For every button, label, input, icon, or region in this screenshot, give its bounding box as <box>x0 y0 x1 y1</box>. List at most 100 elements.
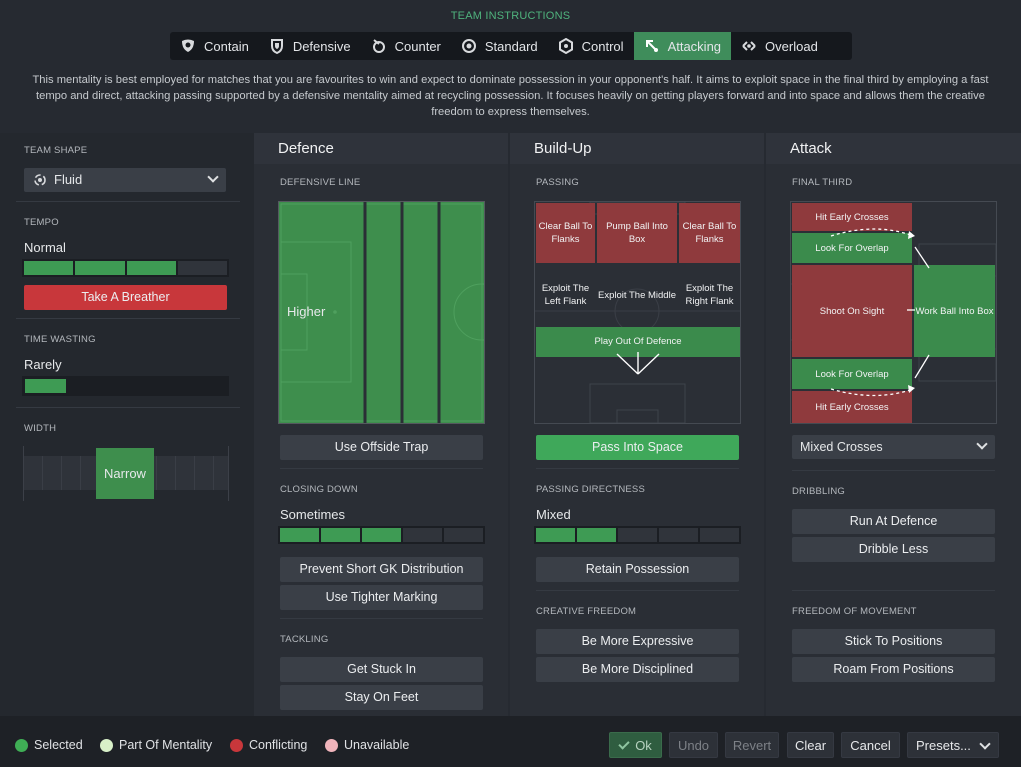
retain-possession-button[interactable]: Retain Possession <box>536 557 739 582</box>
tab-counter[interactable]: Counter <box>361 32 451 60</box>
standard-icon <box>461 39 476 53</box>
presets-dropdown[interactable]: Presets... <box>907 732 999 758</box>
buildup-column: Build-Up PASSING Clear Ball To Flanks Pu… <box>510 133 764 716</box>
defensive-line-value: Higher <box>287 304 326 319</box>
slider-segment <box>403 528 442 542</box>
fluid-icon <box>34 174 46 186</box>
tackling-label: TACKLING <box>280 634 329 645</box>
tab-label: Defensive <box>292 38 351 54</box>
roam-from-positions-button[interactable]: Roam From Positions <box>792 657 995 682</box>
slider-segment <box>577 528 616 542</box>
pass-into-space-button[interactable]: Pass Into Space <box>536 435 739 460</box>
slider-segment <box>126 261 176 275</box>
slider-segment <box>536 528 575 542</box>
tab-control[interactable]: Control <box>548 32 634 60</box>
chevron-down-icon <box>979 738 991 750</box>
closing-down-label: CLOSING DOWN <box>280 484 358 495</box>
tab-label: Overload <box>765 38 818 54</box>
slider-segment <box>321 528 360 542</box>
unavailable-dot-icon <box>325 738 338 752</box>
mentality-tabs: Contain Defensive Counter Standard Contr… <box>170 32 852 60</box>
shield-icon <box>270 39 283 54</box>
passing-directness-value: Mixed <box>536 507 571 522</box>
tab-attacking[interactable]: Attacking <box>633 32 732 60</box>
tab-label: Attacking <box>667 38 722 54</box>
slider-segment <box>24 261 74 275</box>
width-value: Narrow <box>96 448 154 499</box>
clear-ball-right-zone[interactable]: Clear Ball To Flanks <box>679 203 740 263</box>
tempo-slider[interactable] <box>22 259 229 277</box>
attacking-icon <box>645 40 658 52</box>
freedom-of-movement-label: FREEDOM OF MOVEMENT <box>792 606 917 617</box>
width-selector[interactable]: Narrow <box>23 446 229 501</box>
time-wasting-label: TIME WASTING <box>24 334 96 345</box>
defensive-line-pitch[interactable]: Higher <box>278 201 485 424</box>
attack-title: Attack <box>766 133 1021 164</box>
shield-heart-icon <box>182 39 194 52</box>
dribble-less-button[interactable]: Dribble Less <box>792 537 995 562</box>
divider <box>536 468 739 469</box>
tab-contain[interactable]: Contain <box>170 32 259 60</box>
be-more-expressive-button[interactable]: Be More Expressive <box>536 629 739 654</box>
use-tighter-marking-button[interactable]: Use Tighter Marking <box>280 585 483 610</box>
presets-label: Presets... <box>916 738 971 753</box>
exploit-left-zone[interactable]: Exploit The Left Flank <box>536 265 595 325</box>
tab-overload[interactable]: Overload <box>731 32 828 60</box>
slider-segment <box>659 528 698 542</box>
tab-standard[interactable]: Standard <box>451 32 548 60</box>
exploit-right-zone[interactable]: Exploit The Right Flank <box>679 265 740 325</box>
mentality-description: This mentality is best employed for matc… <box>32 74 989 118</box>
control-icon <box>558 38 573 54</box>
divider <box>16 318 240 319</box>
passing-directness-slider[interactable] <box>534 526 741 544</box>
legend-label: Conflicting <box>249 738 308 752</box>
defence-title: Defence <box>254 133 508 164</box>
width-label: WIDTH <box>24 423 57 434</box>
divider <box>792 590 995 591</box>
overload-icon <box>742 41 756 51</box>
clear-button[interactable]: Clear <box>787 732 834 758</box>
exploit-middle-zone[interactable]: Exploit The Middle <box>597 265 677 325</box>
use-offside-trap-button[interactable]: Use Offside Trap <box>280 435 483 460</box>
play-out-arrows-icon <box>616 352 660 375</box>
be-more-disciplined-button[interactable]: Be More Disciplined <box>536 657 739 682</box>
time-wasting-value: Rarely <box>24 357 62 372</box>
slider-segment <box>618 528 657 542</box>
crossing-dropdown[interactable]: Mixed Crosses <box>792 435 995 459</box>
divider <box>536 590 739 591</box>
final-third-pitch: Hit Early Crosses Look For Overlap Shoot… <box>790 201 997 424</box>
get-stuck-in-button[interactable]: Get Stuck In <box>280 657 483 682</box>
time-wasting-fill <box>25 379 66 393</box>
final-third-label: FINAL THIRD <box>792 177 853 188</box>
team-shape-dropdown[interactable]: Fluid <box>24 168 226 192</box>
passing-pitch: Clear Ball To Flanks Pump Ball Into Box … <box>534 201 741 424</box>
tempo-label: TEMPO <box>24 217 59 228</box>
revert-button[interactable]: Revert <box>725 732 779 758</box>
ok-label: Ok <box>635 738 652 753</box>
slider-segment <box>280 528 319 542</box>
closing-down-slider[interactable] <box>278 526 485 544</box>
pump-ball-zone[interactable]: Pump Ball Into Box <box>597 203 677 263</box>
cancel-button[interactable]: Cancel <box>841 732 900 758</box>
tab-label: Counter <box>394 38 441 54</box>
team-shape-value: Fluid <box>54 172 83 187</box>
passing-label: PASSING <box>536 177 579 188</box>
buildup-title: Build-Up <box>510 133 764 164</box>
defence-column: Defence DEFENSIVE LINE Higher Use Offsid… <box>254 133 508 716</box>
prevent-short-gk-button[interactable]: Prevent Short GK Distribution <box>280 557 483 582</box>
divider <box>16 201 240 202</box>
stay-on-feet-button[interactable]: Stay On Feet <box>280 685 483 710</box>
take-a-breather-button[interactable]: Take A Breather <box>24 285 227 310</box>
slider-segment <box>700 528 739 542</box>
legend-part-of-mentality: Part Of Mentality <box>100 738 212 752</box>
tab-defensive[interactable]: Defensive <box>259 32 361 60</box>
legend-conflicting: Conflicting <box>230 738 307 752</box>
undo-button[interactable]: Undo <box>669 732 718 758</box>
time-wasting-slider[interactable] <box>22 376 229 396</box>
slider-segment <box>75 261 125 275</box>
ok-button[interactable]: Ok <box>609 732 662 758</box>
stick-to-positions-button[interactable]: Stick To Positions <box>792 629 995 654</box>
clear-ball-left-zone[interactable]: Clear Ball To Flanks <box>536 203 595 263</box>
run-at-defence-button[interactable]: Run At Defence <box>792 509 995 534</box>
conflicting-dot-icon <box>230 738 243 752</box>
